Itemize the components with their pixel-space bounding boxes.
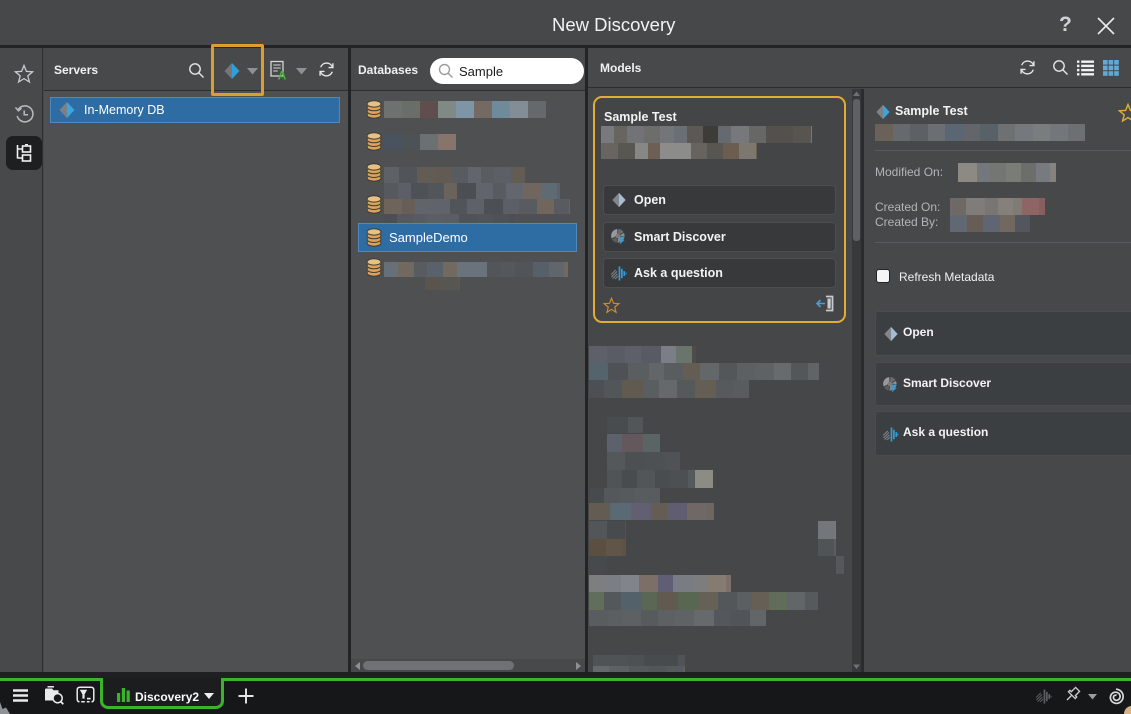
svg-text:A: A <box>278 69 287 82</box>
